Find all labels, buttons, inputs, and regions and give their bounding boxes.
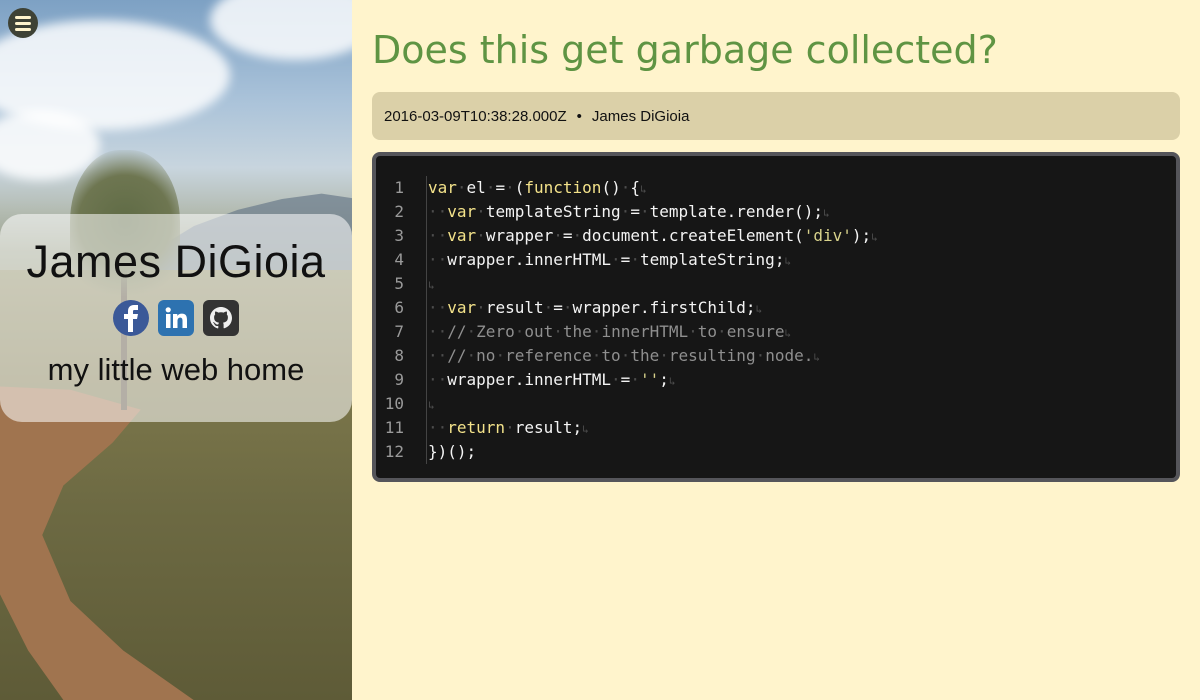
site-author-name[interactable]: James DiGioia (0, 236, 352, 288)
code-text: ··var·templateString·=·template.render()… (428, 202, 830, 221)
line-number: 12 (384, 442, 404, 461)
github-link[interactable] (203, 300, 239, 336)
github-icon (210, 307, 232, 329)
hamburger-icon-bar (15, 27, 31, 31)
code-text: ↳ (428, 279, 435, 292)
post-author[interactable]: James DiGioia (592, 108, 690, 125)
meta-separator: • (576, 107, 582, 125)
line-number: 6 (394, 298, 404, 317)
line-number: 10 (384, 394, 404, 413)
line-number: 1 (394, 178, 404, 197)
code-text: ↳ (428, 399, 435, 412)
line-number: 11 (384, 418, 404, 437)
hamburger-icon-bar (15, 21, 31, 25)
menu-toggle-button[interactable] (8, 8, 38, 38)
code-text: ··wrapper.innerHTML·=·templateString;↳ (428, 250, 792, 269)
line-number: 9 (394, 370, 404, 389)
code-line: 6 ··var·result·=·wrapper.firstChild;↳ (376, 296, 1176, 320)
linkedin-link[interactable] (158, 300, 194, 336)
facebook-icon (124, 305, 138, 332)
post-meta-bar: 2016-03-09T10:38:28.000Z • James DiGioia (372, 92, 1180, 140)
code-text: })(); (428, 442, 477, 461)
post-date: 2016-03-09T10:38:28.000Z (384, 107, 567, 125)
profile-card: James DiGioia my little web home (0, 214, 352, 422)
hamburger-icon-bar (15, 15, 31, 19)
code-block: 1 var·el·=·(function()·{↳ 2 ··var·templateS… (372, 152, 1180, 482)
code-text: ··wrapper.innerHTML·=·'';↳ (428, 370, 676, 389)
line-number: 5 (394, 274, 404, 293)
linkedin-icon (165, 307, 187, 328)
sidebar: James DiGioia my little web home (0, 0, 352, 700)
code-line: 3 ··var·wrapper·=·document.createElement(… (376, 224, 1176, 248)
code-line: 11 ··return·result;↳ (376, 416, 1176, 440)
code-text: ··//·Zero·out·the·innerHTML·to·ensure↳ (428, 322, 792, 341)
code-lines: 1 var·el·=·(function()·{↳ 2 ··var·templateS… (376, 176, 1176, 464)
line-number: 2 (394, 202, 404, 221)
code-line: 2 ··var·templateString·=·template.render(… (376, 200, 1176, 224)
code-line: 4 ··wrapper.innerHTML·=·templateString;↳ (376, 248, 1176, 272)
code-text: var·el·=·(function()·{↳ (428, 178, 647, 197)
post-title: Does this get garbage collected? (372, 28, 998, 72)
main-content: Does this get garbage collected? 2016-03… (352, 0, 1200, 700)
code-line: 8 ··//·no·reference·to·the·resulting·node… (376, 344, 1176, 368)
line-number: 3 (394, 226, 404, 245)
code-line: 12 })(); (376, 440, 1176, 464)
code-text: ··var·result·=·wrapper.firstChild;↳ (428, 298, 763, 317)
code-line: 9 ··wrapper.innerHTML·=·'';↳ (376, 368, 1176, 392)
code-text: ··var·wrapper·=·document.createElement('… (428, 226, 878, 245)
code-text: ··return·result;↳ (428, 418, 589, 437)
code-line: 10 ↳ (376, 392, 1176, 416)
social-links (0, 300, 352, 336)
line-number: 4 (394, 250, 404, 269)
code-line: 5 ↳ (376, 272, 1176, 296)
code-line: 7 ··//·Zero·out·the·innerHTML·to·ensure↳ (376, 320, 1176, 344)
site-tagline: my little web home (47, 352, 305, 387)
background-cloud (210, 0, 352, 60)
code-line: 1 var·el·=·(function()·{↳ (376, 176, 1176, 200)
line-number: 7 (394, 322, 404, 341)
code-text: ··//·no·reference·to·the·resulting·node.… (428, 346, 821, 365)
facebook-link[interactable] (113, 300, 149, 336)
line-number: 8 (394, 346, 404, 365)
